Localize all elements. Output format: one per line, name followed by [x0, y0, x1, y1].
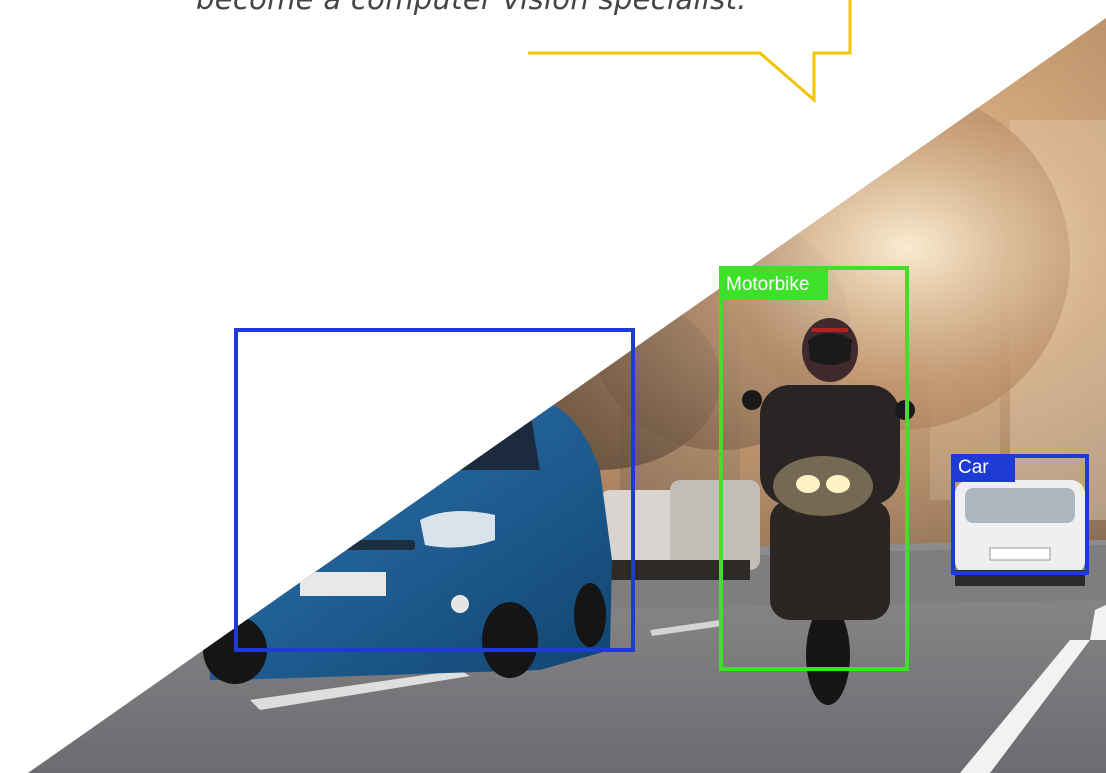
label-motorbike: Motorbike — [726, 274, 810, 295]
caption-text: become a computer vision specialist. — [0, 0, 1050, 16]
label-car: Car — [958, 457, 989, 478]
street-photo — [28, 0, 1106, 773]
